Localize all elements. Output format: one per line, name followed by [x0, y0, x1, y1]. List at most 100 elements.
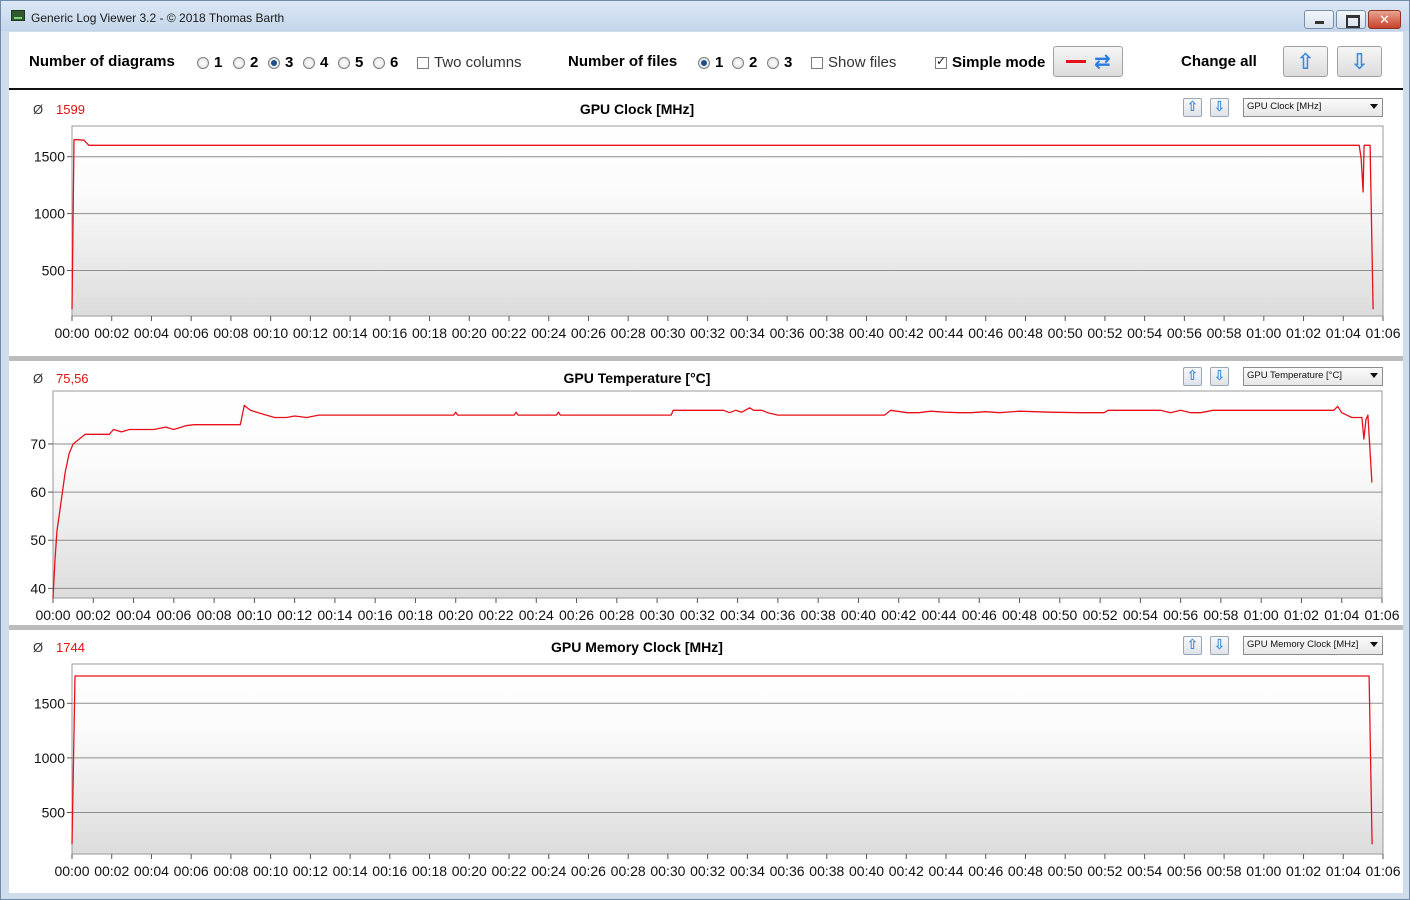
x-tick-label: 00:22: [478, 607, 513, 623]
diagram-up-button[interactable]: ⇧: [1183, 636, 1202, 655]
line-chart: 40 70 60 50 00:00 00:02 00:04 00:06 00:08 00:10 00…: [30, 390, 1400, 623]
toolbar: Number of diagrams 1 2 3 4 5 6 Two colum…: [9, 32, 1403, 90]
series-selector-dropdown[interactable]: GPU Clock [MHz]: [1243, 98, 1383, 117]
x-tick-label: 00:02: [94, 863, 129, 879]
files-radio-1[interactable]: 1: [698, 54, 723, 71]
diagrams-radio-6[interactable]: 6: [373, 54, 398, 71]
x-tick-label: 00:00: [35, 607, 70, 623]
diagram-title: GPU Memory Clock [MHz]: [551, 639, 723, 655]
red-line-icon: [1066, 60, 1086, 63]
x-tick-label: 00:14: [333, 325, 368, 341]
y-tick-label: 1000: [34, 750, 65, 766]
radio-dot[interactable]: [767, 56, 779, 69]
title-bar[interactable]: Generic Log Viewer 3.2 - © 2018 Thomas B…: [1, 1, 1409, 31]
x-tick-label: 00:10: [253, 325, 288, 341]
x-tick-label: 01:00: [1244, 607, 1279, 623]
x-tick-label: 01:06: [1365, 325, 1400, 341]
x-tick-label: 00:20: [452, 325, 487, 341]
x-tick-label: 00:38: [809, 863, 844, 879]
radio-dot[interactable]: [732, 56, 744, 69]
diagrams-label: Number of diagrams: [29, 53, 175, 70]
x-tick-label: 00:34: [730, 863, 765, 879]
x-tick-label: 00:30: [650, 863, 685, 879]
x-tick-label: 01:06: [1365, 863, 1400, 879]
files-label: Number of files: [568, 53, 678, 70]
series-selector-value: GPU Memory Clock [MHz]: [1247, 639, 1359, 650]
diagram-up-button[interactable]: ⇧: [1183, 367, 1202, 386]
y-tick-label: 60: [30, 484, 46, 500]
y-tick-label: 500: [42, 262, 66, 278]
diagram-down-button[interactable]: ⇩: [1210, 98, 1229, 117]
x-tick-label: 00:54: [1127, 863, 1162, 879]
diagram-up-button[interactable]: ⇧: [1183, 98, 1202, 117]
x-tick-label: 00:50: [1048, 325, 1083, 341]
x-tick-label: 00:34: [730, 325, 765, 341]
x-tick-label: 00:54: [1127, 325, 1162, 341]
x-tick-label: 00:38: [809, 325, 844, 341]
x-tick-label: 00:24: [519, 607, 554, 623]
line-style-toggle-button[interactable]: ⇄: [1053, 46, 1123, 77]
x-tick-label: 00:06: [174, 325, 209, 341]
diagram-title: GPU Clock [MHz]: [579, 101, 695, 117]
x-tick-label: 00:10: [237, 607, 272, 623]
x-tick-label: 01:02: [1286, 325, 1321, 341]
x-tick-label: 00:42: [881, 607, 916, 623]
diagrams-radio-1[interactable]: 1: [197, 54, 222, 71]
diagrams-radio-3[interactable]: 3: [268, 54, 293, 71]
radio-dot-selected[interactable]: [698, 56, 710, 69]
simple-mode-checkbox[interactable]: Simple mode: [935, 54, 1045, 71]
two-columns-checkbox[interactable]: Two columns: [417, 54, 522, 71]
checkbox-box[interactable]: [811, 56, 823, 69]
radio-dot[interactable]: [197, 56, 209, 69]
radio-dot-selected[interactable]: [268, 56, 280, 69]
x-tick-label: 00:46: [968, 325, 1003, 341]
diagrams-radio-4[interactable]: 4: [303, 54, 328, 71]
x-tick-label: 00:48: [1002, 607, 1037, 623]
x-tick-label: 00:56: [1163, 607, 1198, 623]
x-tick-label: 00:20: [452, 863, 487, 879]
series-selector-value: GPU Clock [MHz]: [1247, 101, 1322, 112]
x-tick-label: 00:36: [770, 863, 805, 879]
x-tick-label: 00:40: [849, 863, 884, 879]
window-title: Generic Log Viewer 3.2 - © 2018 Thomas B…: [31, 11, 285, 25]
x-tick-label: 00:04: [134, 863, 169, 879]
x-tick-label: 00:12: [277, 607, 312, 623]
series-selector-dropdown[interactable]: GPU Memory Clock [MHz]: [1243, 636, 1383, 655]
x-tick-label: 00:44: [928, 325, 963, 341]
radio-dot[interactable]: [338, 56, 350, 69]
x-tick-label: 00:08: [197, 607, 232, 623]
checkbox-box-checked[interactable]: [935, 54, 947, 69]
x-tick-label: 00:46: [962, 607, 997, 623]
radio-dot[interactable]: [233, 56, 245, 69]
y-tick-label: 1500: [34, 695, 65, 711]
show-files-checkbox[interactable]: Show files: [811, 54, 896, 71]
x-tick-label: 00:42: [889, 325, 924, 341]
diagram-down-button[interactable]: ⇩: [1210, 636, 1229, 655]
client-area: Number of diagrams 1 2 3 4 5 6 Two colum…: [9, 32, 1403, 893]
diagram-down-button[interactable]: ⇩: [1210, 367, 1229, 386]
diagrams-radio-2[interactable]: 2: [233, 54, 258, 71]
x-tick-label: 00:42: [889, 863, 924, 879]
checkbox-box[interactable]: [417, 56, 429, 69]
change-all-down-button[interactable]: ⇩: [1337, 46, 1382, 77]
diagrams-radio-5[interactable]: 5: [338, 54, 363, 71]
close-button[interactable]: [1368, 10, 1401, 29]
arrow-down-icon: ⇩: [1350, 49, 1369, 74]
radio-dot[interactable]: [303, 56, 315, 69]
x-tick-label: 00:02: [94, 325, 129, 341]
files-radio-3[interactable]: 3: [767, 54, 792, 71]
radio-dot[interactable]: [373, 56, 385, 69]
x-tick-label: 00:30: [650, 325, 685, 341]
x-tick-label: 00:48: [1008, 325, 1043, 341]
x-tick-label: 00:54: [1123, 607, 1158, 623]
x-tick-label: 01:04: [1324, 607, 1359, 623]
minimize-button[interactable]: [1304, 10, 1334, 29]
x-tick-label: 00:28: [611, 863, 646, 879]
series-selector-dropdown[interactable]: GPU Temperature [°C]: [1243, 367, 1383, 386]
change-all-up-button[interactable]: ⇧: [1283, 46, 1328, 77]
files-radio-2[interactable]: 2: [732, 54, 757, 71]
change-all-label: Change all: [1181, 53, 1257, 70]
maximize-button[interactable]: [1336, 10, 1366, 29]
x-tick-label: 00:12: [293, 325, 328, 341]
x-tick-label: 00:46: [968, 863, 1003, 879]
